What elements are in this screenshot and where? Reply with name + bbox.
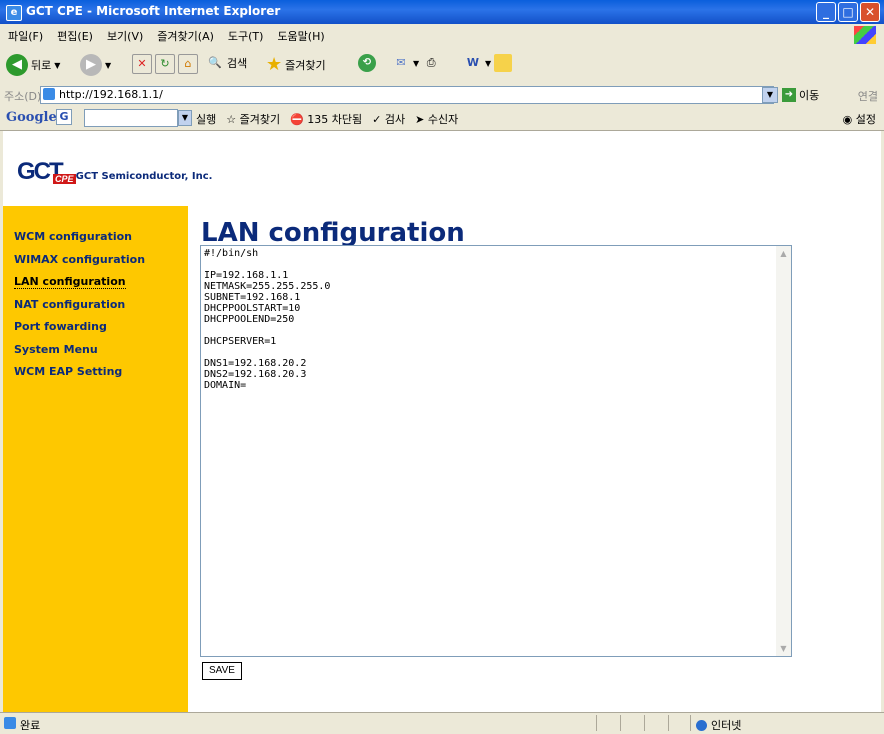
sidebar-item-label[interactable]: WCM configuration bbox=[14, 230, 132, 243]
word-icon[interactable]: W bbox=[464, 54, 482, 72]
status-divider bbox=[620, 715, 621, 731]
google-favorites-button[interactable]: ☆ 즐겨찾기 bbox=[226, 111, 280, 127]
sidebar-item-label[interactable]: WCM EAP Setting bbox=[14, 365, 122, 378]
sidebar-item-wimax-configuration[interactable]: WIMAX configuration bbox=[14, 253, 145, 276]
google-toolbar: Google G ▼ 실행 ☆ 즐겨찾기 ⛔ 135 차단됨 ✓ 검사 ➤ 수신… bbox=[0, 106, 884, 131]
menu-favorites[interactable]: 즐겨찾기(A) bbox=[157, 28, 214, 44]
popup-blocker-button[interactable]: ⛔ 135 차단됨 bbox=[290, 111, 362, 127]
google-settings-label: 설정 bbox=[855, 113, 876, 126]
google-settings-button[interactable]: ◉ 설정 bbox=[843, 111, 876, 127]
status-text: 완료 bbox=[20, 719, 41, 732]
scroll-up-icon[interactable]: ▲ bbox=[776, 246, 791, 261]
address-label: 주소(D) bbox=[4, 90, 42, 103]
address-dropdown-icon[interactable]: ▼ bbox=[762, 87, 778, 103]
page-done-icon bbox=[4, 717, 16, 729]
company-name: GCT Semiconductor, Inc. bbox=[75, 171, 213, 182]
title-bar: e GCT CPE - Microsoft Internet Explorer … bbox=[0, 0, 884, 24]
popup-blocker-label: 135 차단됨 bbox=[307, 113, 363, 126]
page-content: GCT CPE GCT Semiconductor, Inc. WCM confi… bbox=[3, 131, 881, 712]
sidebar-item-label[interactable]: LAN configuration bbox=[14, 275, 126, 289]
autofill-label: 수신자 bbox=[427, 113, 459, 126]
minimize-button[interactable]: _ bbox=[816, 2, 836, 22]
ie-icon: e bbox=[6, 5, 22, 21]
search-icon[interactable]: 🔍 bbox=[206, 54, 224, 72]
sidebar-item-label[interactable]: WIMAX configuration bbox=[14, 253, 145, 266]
status-divider bbox=[668, 715, 669, 731]
refresh-icon[interactable]: ↻ bbox=[155, 54, 175, 74]
maximize-button[interactable]: □ bbox=[838, 2, 858, 22]
mail-dropdown-icon[interactable]: ▼ bbox=[413, 59, 419, 68]
globe-icon bbox=[696, 719, 707, 731]
links-label[interactable]: 연결 bbox=[858, 88, 878, 104]
sidebar-item-wcm-eap-setting[interactable]: WCM EAP Setting bbox=[14, 365, 145, 388]
status-divider bbox=[596, 715, 597, 731]
sidebar-item-label[interactable]: System Menu bbox=[14, 343, 98, 356]
forward-arrow-icon[interactable]: ▶ bbox=[80, 54, 102, 76]
address-input[interactable]: http://192.168.1.1/ bbox=[40, 86, 774, 104]
address-bar: 주소(D) http://192.168.1.1/ ▼ ➜ 이동 연결 bbox=[0, 84, 884, 107]
address-url[interactable]: http://192.168.1.1/ bbox=[59, 88, 163, 101]
status-bar: 완료 인터넷 bbox=[0, 712, 884, 734]
favorites-label[interactable]: 즐겨찾기 bbox=[285, 57, 325, 73]
gct-logo-mark: GCT CPE bbox=[17, 158, 76, 185]
history-icon[interactable]: ⟲ bbox=[358, 54, 376, 72]
go-button[interactable]: ➜ 이동 bbox=[782, 87, 819, 103]
sidebar-item-nat-configuration[interactable]: NAT configuration bbox=[14, 298, 145, 321]
config-textarea[interactable]: #!/bin/sh IP=192.168.1.1 NETMASK=255.255… bbox=[200, 245, 792, 657]
google-search-input[interactable] bbox=[84, 109, 178, 127]
menu-file[interactable]: 파일(F) bbox=[8, 28, 43, 44]
google-search-dropdown-icon[interactable]: ▼ bbox=[178, 110, 192, 126]
sidebar-item-label[interactable]: Port fowarding bbox=[14, 320, 107, 333]
security-zone: 인터넷 bbox=[696, 717, 741, 733]
home-icon[interactable]: ⌂ bbox=[178, 54, 198, 74]
window-title: GCT CPE - Microsoft Internet Explorer bbox=[26, 4, 281, 18]
save-button[interactable]: SAVE bbox=[202, 662, 242, 680]
folder-icon[interactable] bbox=[494, 54, 513, 72]
edit-dropdown-icon[interactable]: ▼ bbox=[485, 59, 491, 68]
zone-label: 인터넷 bbox=[711, 719, 742, 732]
menu-tools[interactable]: 도구(T) bbox=[228, 28, 264, 44]
go-arrow-icon[interactable]: ➜ bbox=[782, 88, 796, 102]
spell-check-label: 검사 bbox=[384, 113, 406, 126]
menu-bar: 파일(F) 편집(E) 보기(V) 즐겨찾기(A) 도구(T) 도움말(H) bbox=[0, 24, 884, 47]
sidebar-item-lan-configuration[interactable]: LAN configuration bbox=[14, 275, 145, 298]
google-menu-icon[interactable]: G bbox=[56, 109, 72, 125]
menu-help[interactable]: 도움말(H) bbox=[277, 28, 324, 44]
autofill-button[interactable]: ➤ 수신자 bbox=[415, 111, 458, 127]
sidebar-item-label[interactable]: NAT configuration bbox=[14, 298, 125, 311]
menu-edit[interactable]: 편집(E) bbox=[57, 28, 93, 44]
page-title: LAN configuration bbox=[201, 218, 465, 248]
go-label[interactable]: 이동 bbox=[799, 87, 819, 103]
sidebar-item-port-forwarding[interactable]: Port fowarding bbox=[14, 320, 145, 343]
status-divider bbox=[690, 715, 691, 731]
sidebar: WCM configuration WIMAX configuration LA… bbox=[3, 206, 188, 712]
google-logo[interactable]: Google bbox=[6, 110, 57, 125]
search-label[interactable]: 검색 bbox=[227, 55, 247, 71]
back-label[interactable]: 뒤로 bbox=[31, 57, 51, 73]
print-icon[interactable]: ⎙ bbox=[422, 54, 440, 72]
back-arrow-icon[interactable]: ◀ bbox=[6, 54, 28, 76]
google-favorites-label: 즐겨찾기 bbox=[239, 113, 281, 126]
page-icon bbox=[43, 88, 55, 100]
scroll-down-icon[interactable]: ▼ bbox=[776, 641, 791, 656]
windows-logo-icon bbox=[854, 26, 876, 44]
standard-toolbar: ◀ 뒤로 ▼ ▶ ▼ ✕ ↻ ⌂ 🔍 검색 ★ 즐겨찾기 ⟲ ✉ ▼ ⎙ W ▼ bbox=[0, 46, 884, 85]
stop-icon[interactable]: ✕ bbox=[132, 54, 152, 74]
mail-icon[interactable]: ✉ bbox=[392, 54, 410, 72]
favorites-star-icon[interactable]: ★ bbox=[266, 54, 282, 75]
google-search-button[interactable]: 실행 bbox=[196, 111, 216, 127]
config-scrollbar[interactable]: ▲ ▼ bbox=[776, 246, 791, 656]
menu-view[interactable]: 보기(V) bbox=[107, 28, 143, 44]
gct-logo: GCT CPE GCT Semiconductor, Inc. bbox=[17, 158, 212, 186]
forward-dropdown-icon[interactable]: ▼ bbox=[105, 61, 111, 70]
spell-check-button[interactable]: ✓ 검사 bbox=[372, 111, 405, 127]
sidebar-item-wcm-configuration[interactable]: WCM configuration bbox=[14, 230, 145, 253]
status-divider bbox=[644, 715, 645, 731]
close-button[interactable]: ✕ bbox=[860, 2, 880, 22]
back-dropdown-icon[interactable]: ▼ bbox=[54, 61, 60, 70]
sidebar-item-system-menu[interactable]: System Menu bbox=[14, 343, 145, 366]
